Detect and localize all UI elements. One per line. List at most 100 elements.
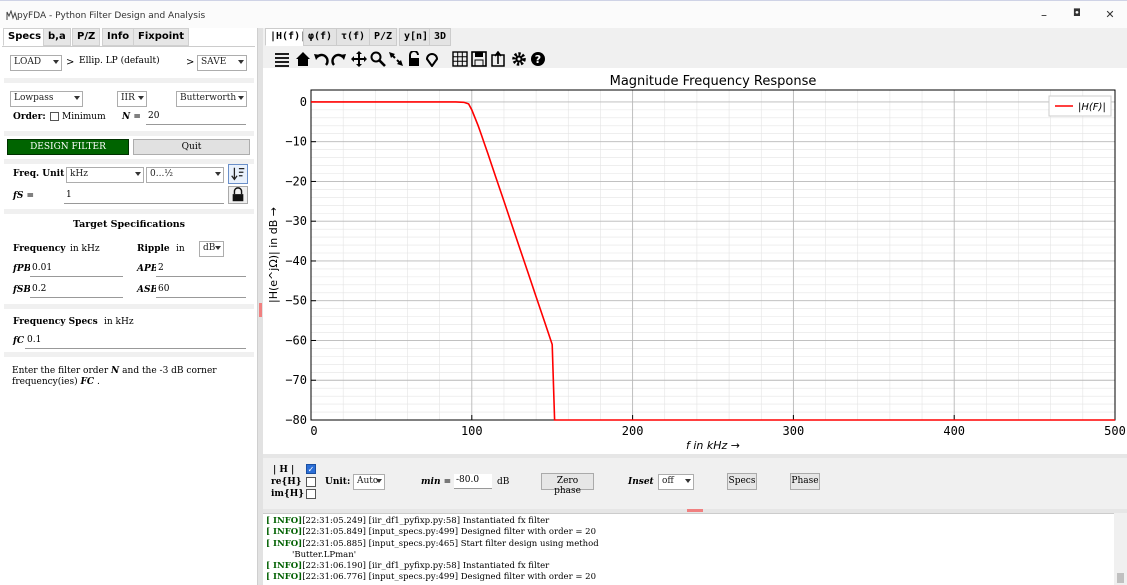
h-label: | H | bbox=[273, 465, 295, 475]
window-title: pyFDA - Python Filter Design and Analysi… bbox=[17, 11, 206, 21]
maximize-button[interactable]: ◘ bbox=[1067, 8, 1087, 19]
legend-label: |H(F)| bbox=[1078, 102, 1106, 113]
unit-select[interactable]: Auto bbox=[353, 474, 385, 490]
lock-icon[interactable] bbox=[228, 186, 248, 204]
plot-toolbar: ? bbox=[263, 28, 1127, 70]
ripple-unit-select[interactable]: dB bbox=[199, 241, 224, 257]
frequency-label: Frequency bbox=[13, 244, 66, 254]
freq-range-select[interactable]: 0...½ bbox=[146, 167, 224, 183]
freq-specs-title: Frequency Specs bbox=[13, 317, 98, 327]
menu-icon[interactable] bbox=[273, 50, 291, 68]
ripple-label: Ripple bbox=[137, 244, 170, 254]
phase-button[interactable]: Phase bbox=[790, 473, 820, 490]
plot-background bbox=[311, 90, 1115, 420]
order-label: Order: bbox=[13, 112, 46, 122]
h-checkbox[interactable]: ✓ bbox=[306, 464, 316, 474]
design-filter-button[interactable]: DESIGN FILTER bbox=[7, 139, 129, 155]
freq-unit-select[interactable]: kHz bbox=[66, 167, 144, 183]
pan-icon[interactable] bbox=[350, 50, 368, 68]
asb-label: ASB bbox=[137, 285, 159, 295]
load-dropdown[interactable]: LOAD bbox=[10, 55, 62, 71]
sort-icon[interactable] bbox=[228, 164, 248, 184]
y-tick-label: −60 bbox=[285, 333, 307, 347]
log-message: [22:31:06.776] [input_specs.py:499] Desi… bbox=[302, 572, 596, 583]
unit-label: Unit: bbox=[325, 477, 351, 487]
fc-input[interactable]: 0.1 bbox=[25, 334, 246, 349]
response-type-select[interactable]: Lowpass bbox=[10, 91, 83, 107]
fsb-label: fSB bbox=[13, 285, 31, 295]
minimize-button[interactable]: – bbox=[1034, 8, 1054, 22]
log-scrollbar[interactable] bbox=[1114, 513, 1127, 585]
log-message: [22:31:05.885] [input_specs.py:465] Star… bbox=[302, 538, 599, 549]
fit-icon[interactable] bbox=[387, 50, 405, 68]
fsb-input[interactable]: 0.2 bbox=[30, 283, 123, 298]
min-label: min = bbox=[421, 477, 452, 487]
filter-kind-select[interactable]: IIR bbox=[117, 91, 147, 107]
specs-button[interactable]: Specs bbox=[727, 473, 757, 490]
log-level-tag: [ INFO] bbox=[266, 572, 303, 583]
settings-icon[interactable] bbox=[510, 50, 528, 68]
undo-icon[interactable] bbox=[312, 50, 330, 68]
magnitude-chart[interactable]: 0 100 200 300 400 500 0 −10 −20 −30 −40 −50 −60 −70 −8… bbox=[263, 68, 1127, 454]
y-tick-label: −40 bbox=[285, 254, 307, 268]
redo-icon[interactable] bbox=[330, 50, 348, 68]
log-message: [22:31:06.190] [iir_df1_pyfixp.py:58] In… bbox=[302, 561, 550, 572]
x-tick-label: 100 bbox=[461, 424, 483, 438]
asb-input[interactable]: 60 bbox=[156, 283, 246, 298]
log-window[interactable]: [ INFO][22:31:05.249] [iir_df1_pyfixp.py… bbox=[263, 513, 1114, 585]
fs-label: fS = bbox=[13, 191, 35, 201]
export-icon[interactable] bbox=[489, 50, 507, 68]
im-label: im{H} bbox=[271, 489, 305, 499]
marker-icon[interactable] bbox=[423, 50, 441, 68]
n-label: N = bbox=[122, 112, 141, 122]
log-line: [ INFO][22:31:05.849] [input_specs.py:49… bbox=[266, 527, 1111, 538]
save-icon[interactable] bbox=[470, 50, 488, 68]
y-tick-label: −30 bbox=[285, 214, 307, 228]
log-line: [ INFO][22:31:06.776] [input_specs.py:49… bbox=[266, 572, 1111, 583]
x-axis-label: f in kHz → bbox=[686, 439, 740, 452]
fc-label: fC bbox=[13, 336, 25, 346]
apb-input[interactable]: 2 bbox=[156, 262, 246, 277]
close-button[interactable]: ✕ bbox=[1100, 8, 1120, 21]
tab-fixpoint[interactable]: Fixpoint bbox=[133, 28, 190, 46]
order-input[interactable]: 20 bbox=[146, 110, 246, 125]
fpb-input[interactable]: 0.01 bbox=[30, 262, 123, 277]
home-icon[interactable] bbox=[294, 50, 312, 68]
svg-text:?: ? bbox=[535, 53, 541, 66]
plot-controls: | H | ✓ re{H} im{H} Unit: Auto min = -80… bbox=[263, 458, 1127, 510]
min-input[interactable]: -80.0 bbox=[454, 474, 492, 489]
magnitude-plot[interactable]: 0 100 200 300 400 500 0 −10 −20 −30 −40 −50 −60 −70 −8… bbox=[263, 68, 1127, 454]
tab-pz[interactable]: P/Z bbox=[72, 28, 101, 46]
log-line: [ INFO][22:31:06.190] [iir_df1_pyfixp.py… bbox=[266, 561, 1111, 572]
minimum-order-checkbox[interactable] bbox=[50, 112, 59, 121]
arrow-label: > bbox=[66, 57, 75, 68]
zoom-icon[interactable] bbox=[369, 50, 387, 68]
log-level-tag: [ INFO] bbox=[266, 538, 303, 549]
log-level-tag: [ INFO] bbox=[266, 527, 303, 538]
lock-zoom-icon[interactable] bbox=[405, 50, 423, 68]
freq-unit-label: Freq. Unit bbox=[13, 169, 65, 179]
title-bar: pyFDA - Python Filter Design and Analysi… bbox=[0, 0, 1127, 28]
save-dropdown[interactable]: SAVE bbox=[197, 55, 247, 71]
inset-select[interactable]: off bbox=[658, 474, 694, 490]
arrow-label-2: > bbox=[186, 57, 195, 68]
grid-icon[interactable] bbox=[451, 50, 469, 68]
log-message: [22:31:05.849] [input_specs.py:499] Desi… bbox=[302, 527, 596, 538]
tab-ba[interactable]: b,a bbox=[43, 28, 71, 46]
tab-specs[interactable]: Specs bbox=[3, 28, 47, 46]
log-line: [ INFO][22:31:05.249] [iir_df1_pyfixp.py… bbox=[266, 516, 1111, 527]
im-checkbox[interactable] bbox=[306, 489, 316, 499]
frequency-unit-label: in kHz bbox=[70, 244, 100, 254]
re-checkbox[interactable] bbox=[306, 477, 316, 487]
log-line: [ INFO][22:31:05.885] [input_specs.py:46… bbox=[266, 539, 1111, 550]
fs-input[interactable]: 1 bbox=[64, 189, 224, 204]
help-icon[interactable]: ? bbox=[529, 50, 547, 68]
specs-panel: Specs b,a P/Z Info Fixpoint LOAD > Ellip… bbox=[0, 28, 258, 585]
zero-phase-button[interactable]: Zero phase bbox=[541, 473, 594, 496]
design-method-select[interactable]: Butterworth bbox=[176, 91, 247, 107]
tab-info[interactable]: Info bbox=[102, 28, 135, 46]
inset-label: Inset bbox=[628, 477, 654, 487]
target-specs-title: Target Specifications bbox=[72, 219, 186, 230]
ripple-in-label: in bbox=[176, 244, 185, 254]
quit-button[interactable]: Quit bbox=[133, 139, 250, 155]
